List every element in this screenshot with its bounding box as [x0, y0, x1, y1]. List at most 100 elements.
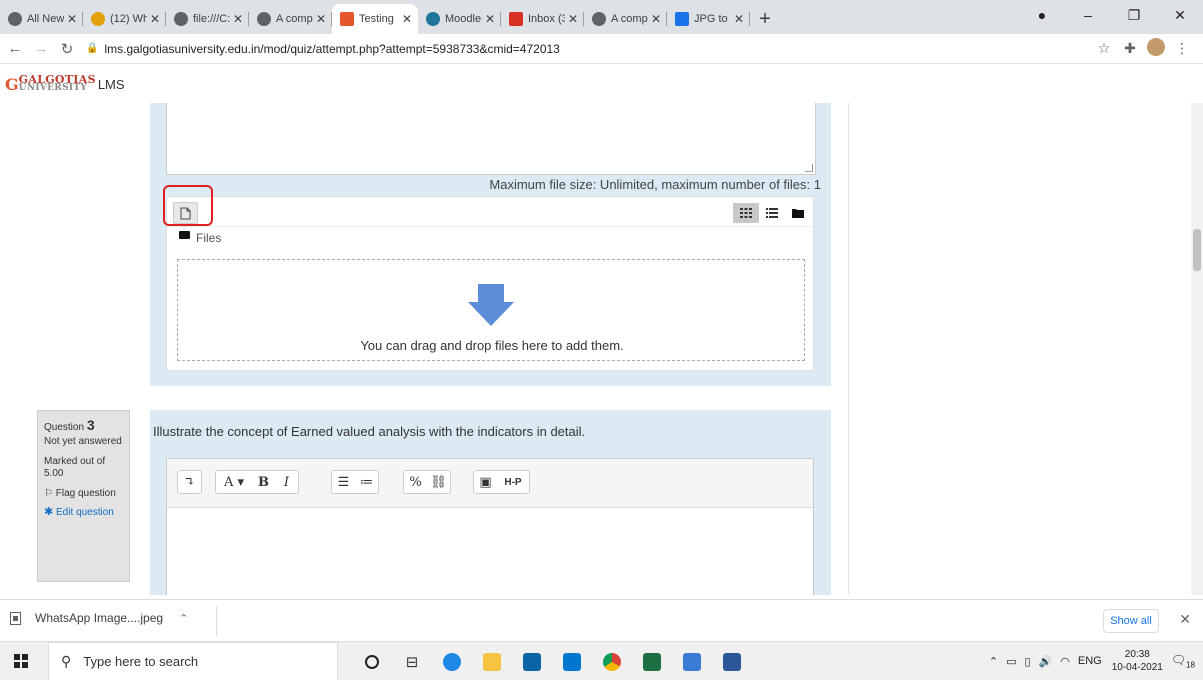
address-bar[interactable]: 🔒 lms.galgotiasuniversity.edu.in/mod/qui…	[86, 37, 1091, 61]
file-explorer-icon[interactable]	[475, 648, 509, 676]
network-icon[interactable]: ▯	[1024, 655, 1030, 668]
toolbar-actions: ☆ ✚ ⋮	[1091, 38, 1195, 59]
chevron-up-icon[interactable]: ⌃	[179, 612, 188, 625]
notification-icon[interactable]: 🗨18	[1171, 653, 1195, 669]
wifi-icon[interactable]: ◠	[1060, 655, 1070, 668]
extensions-icon[interactable]: ✚	[1117, 40, 1143, 57]
tab-close-icon[interactable]: ✕	[651, 12, 661, 26]
files-breadcrumb[interactable]: Files	[179, 231, 221, 245]
forward-icon[interactable]: →	[30, 40, 52, 57]
flag-question-link[interactable]: ⚐ Flag question	[44, 488, 123, 500]
back-icon[interactable]: ←	[4, 40, 26, 57]
site-logo[interactable]: G GALGOTIAS UNIVERSITY LMS	[5, 74, 125, 94]
italic-button[interactable]: I	[275, 471, 298, 493]
tab-favicon-icon	[675, 12, 689, 26]
scrollbar-thumb[interactable]	[1193, 229, 1201, 271]
link-button[interactable]: %	[404, 471, 427, 493]
browser-tab[interactable]: Inbox (3,6✕	[501, 4, 584, 34]
icons-view-icon[interactable]	[733, 203, 759, 223]
logo-subtitle: UNIVERSITY	[18, 83, 88, 93]
menu-icon[interactable]: ⋮	[1169, 40, 1195, 57]
tab-favicon-icon	[91, 12, 105, 26]
files-label: Files	[196, 231, 222, 245]
drop-zone[interactable]: You can drag and drop files here to add …	[177, 259, 805, 361]
battery-icon[interactable]: ▭	[1006, 655, 1016, 668]
browser-tab[interactable]: JPG to PDF✕	[667, 4, 750, 34]
tab-favicon-icon	[174, 12, 188, 26]
ordered-list-button[interactable]: ≔	[355, 471, 378, 493]
mail-icon[interactable]	[515, 648, 549, 676]
logo-g: G	[5, 74, 19, 94]
edit-question-link[interactable]: ✱ Edit question	[44, 506, 123, 519]
reload-icon[interactable]: ↻	[56, 40, 78, 58]
rich-text-editor: ↴ A ▾ B I ☰ ≔ % ⛓ ▣ H-P	[166, 458, 814, 595]
unlink-button[interactable]: ⛓	[427, 471, 450, 493]
file-manager-toolbar	[167, 197, 813, 227]
windows-start-icon[interactable]	[14, 654, 28, 668]
restore-icon[interactable]: ❐	[1111, 7, 1157, 24]
browser-toolbar: ← → ↻ 🔒 lms.galgotiasuniversity.edu.in/m…	[0, 34, 1203, 64]
browser-tab[interactable]: (12) Whats✕	[83, 4, 166, 34]
tab-close-icon[interactable]: ✕	[734, 12, 744, 26]
chrome-icon[interactable]	[595, 648, 629, 676]
system-tray: ⌃ ▭ ▯ 🔊 ◠ ENG 20:38 10-04-2021 🗨18	[981, 648, 1195, 674]
tab-close-icon[interactable]: ✕	[402, 12, 412, 26]
view-mode-buttons	[733, 203, 811, 223]
divider	[216, 606, 217, 636]
tab-close-icon[interactable]: ✕	[316, 12, 326, 26]
lms-header: G GALGOTIAS UNIVERSITY LMS	[0, 65, 1203, 103]
editor-group-expand: ↴	[177, 470, 202, 494]
browser-tab[interactable]: file:///C:/U✕	[166, 4, 249, 34]
dell-icon[interactable]	[555, 648, 589, 676]
search-icon: ⚲	[61, 653, 72, 669]
tab-favicon-icon	[340, 12, 354, 26]
tab-close-icon[interactable]: ✕	[150, 12, 160, 26]
cortana-icon[interactable]	[355, 648, 389, 676]
h5p-button[interactable]: H-P	[497, 471, 529, 493]
resize-handle[interactable]	[805, 164, 813, 172]
drop-zone-text: You can drag and drop files here to add …	[360, 338, 624, 353]
profile-icon[interactable]: ●	[1019, 7, 1065, 23]
tab-close-icon[interactable]: ✕	[568, 12, 578, 26]
media-icon[interactable]	[675, 648, 709, 676]
browser-tab[interactable]: A complet✕	[584, 4, 667, 34]
volume-icon[interactable]: 🔊	[1039, 655, 1053, 668]
question-3-info: Question 3 Not yet answered Marked out o…	[37, 410, 130, 582]
page-scrollbar[interactable]	[1191, 103, 1203, 595]
browser-tab[interactable]: Moodle-Q✕	[418, 4, 501, 34]
taskbar-search[interactable]: ⚲ Type here to search	[48, 642, 338, 680]
task-view-icon[interactable]: ⊟	[395, 648, 429, 676]
toolbar-expand-button[interactable]: ↴	[178, 471, 201, 493]
tree-view-folder-icon[interactable]	[785, 203, 811, 223]
word-icon[interactable]	[715, 648, 749, 676]
show-all-button[interactable]: Show all	[1103, 609, 1159, 633]
close-window-icon[interactable]: ✕	[1157, 7, 1203, 24]
language-indicator[interactable]: ENG	[1078, 655, 1102, 667]
bookmark-star-icon[interactable]: ☆	[1091, 40, 1117, 57]
list-view-icon[interactable]	[759, 203, 785, 223]
clock[interactable]: 20:38 10-04-2021	[1112, 648, 1163, 674]
close-icon[interactable]: ✕	[1179, 611, 1191, 628]
new-tab-button[interactable]: +	[750, 4, 780, 34]
taskbar-apps: ⊟	[355, 648, 755, 676]
tab-favicon-icon	[257, 12, 271, 26]
excel-icon[interactable]	[635, 648, 669, 676]
download-item[interactable]: WhatsApp Image....jpeg ⌃	[10, 611, 188, 625]
profile-avatar[interactable]	[1143, 38, 1169, 59]
minimize-icon[interactable]: –	[1065, 7, 1111, 23]
answer-textarea[interactable]	[166, 103, 816, 175]
font-style-button[interactable]: A ▾	[216, 471, 252, 493]
taskbar: ⚲ Type here to search ⊟ ⌃ ▭ ▯ 🔊 ◠ ENG 20…	[0, 641, 1203, 680]
edge-icon[interactable]	[435, 648, 469, 676]
unordered-list-button[interactable]: ☰	[332, 471, 355, 493]
browser-tab[interactable]: A complet✕	[249, 4, 332, 34]
insert-image-button[interactable]: ▣	[474, 471, 497, 493]
chevron-up-icon[interactable]: ⌃	[989, 655, 998, 668]
tab-close-icon[interactable]: ✕	[233, 12, 243, 26]
tab-close-icon[interactable]: ✕	[485, 12, 495, 26]
bold-button[interactable]: B	[252, 471, 275, 493]
tab-close-icon[interactable]: ✕	[67, 12, 77, 26]
editor-toolbar: ↴ A ▾ B I ☰ ≔ % ⛓ ▣ H-P	[167, 459, 813, 508]
browser-tab[interactable]: All New Re✕	[0, 4, 83, 34]
browser-tab-active[interactable]: Testing ✕	[332, 4, 418, 34]
